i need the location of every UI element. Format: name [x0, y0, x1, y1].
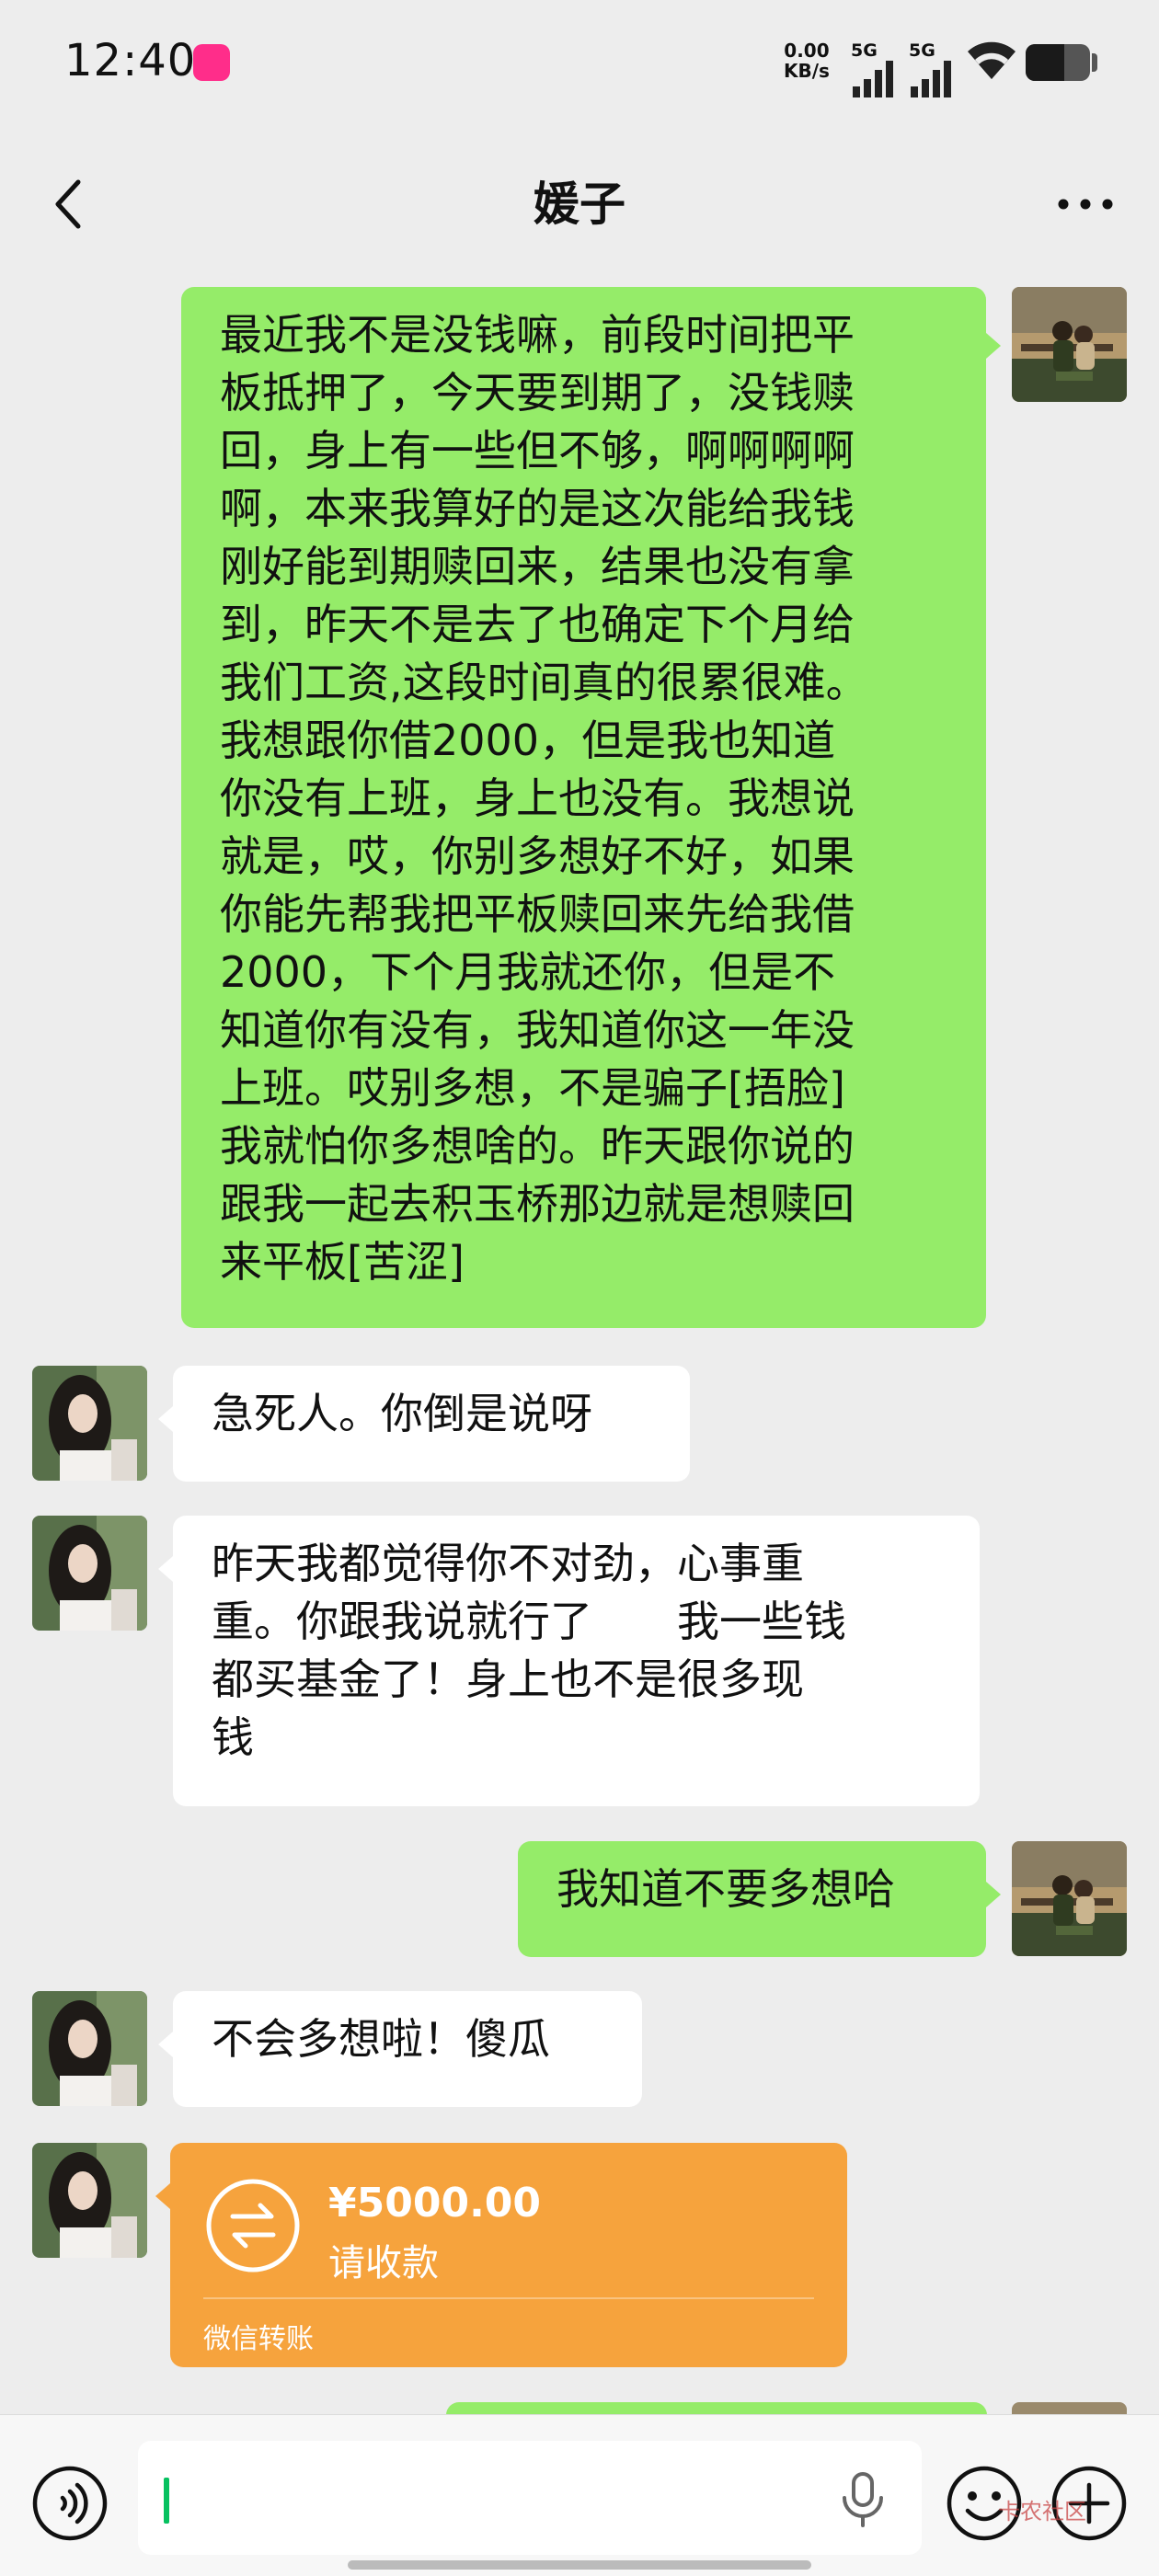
- contact-avatar[interactable]: [32, 2143, 147, 2258]
- transfer-icon: [206, 2179, 300, 2273]
- microphone-icon[interactable]: [837, 2472, 889, 2527]
- contact-name: 媛子: [534, 177, 625, 231]
- my-avatar[interactable]: [1012, 1841, 1127, 1956]
- message-bubble-mine[interactable]: 我知道不要多想哈: [518, 1841, 1001, 1957]
- battery-level: [1026, 44, 1064, 81]
- message-bubble-contact[interactable]: 急死人。你倒是说呀: [158, 1366, 690, 1482]
- message-text: 急死人。你倒是说呀: [212, 1389, 592, 1438]
- transfer-amount: ¥5000.00: [328, 2180, 542, 2227]
- transfer-status: 请收款: [328, 2242, 439, 2284]
- chat-header: 媛子: [0, 124, 1159, 285]
- voice-icon[interactable]: [31, 2465, 109, 2542]
- clock: 12:40: [64, 35, 197, 86]
- more-dots-icon: [1058, 199, 1113, 210]
- message-bubble-mine[interactable]: 最近我不是没钱嘛，前段时间把平 板抵押了，今天要到期了，没钱赎 回，身上有一些但…: [181, 287, 1001, 1328]
- message-bubble-contact[interactable]: 昨天我都觉得你不对劲，心事重 重。你跟我说就行了 我一些钱 都买基金了！身上也不…: [158, 1516, 980, 1806]
- transfer-source: 微信转账: [203, 2323, 314, 2355]
- contact-avatar[interactable]: [32, 1366, 147, 1481]
- message-bubble-contact[interactable]: 不会多想啦！傻瓜: [158, 1991, 642, 2107]
- app-notification-icon: [193, 44, 230, 81]
- watermark: 卡农社区: [998, 2499, 1086, 2524]
- sim1-label: 5G: [851, 40, 878, 61]
- wifi-icon: [968, 41, 1016, 79]
- network-speed-unit: KB/s: [784, 60, 830, 82]
- sim2-label: 5G: [909, 40, 935, 61]
- divider: [203, 2297, 814, 2299]
- network-speed-value: 0.00: [784, 40, 830, 62]
- battery-tip: [1092, 53, 1097, 72]
- contact-avatar[interactable]: [32, 1516, 147, 1631]
- my-avatar[interactable]: [1012, 287, 1127, 402]
- home-indicator[interactable]: [348, 2560, 811, 2570]
- more-button[interactable]: [1049, 172, 1122, 236]
- message-input[interactable]: [138, 2441, 922, 2555]
- message-text: 昨天我都觉得你不对劲，心事重 重。你跟我说就行了 我一些钱 都买基金了！身上也不…: [212, 1539, 846, 1762]
- message-text: 我知道不要多想哈: [557, 1864, 895, 1914]
- message-text: 最近我不是没钱嘛，前段时间把平 板抵押了，今天要到期了，没钱赎 回，身上有一些但…: [220, 310, 868, 1287]
- contact-avatar[interactable]: [32, 1991, 147, 2106]
- network-speed: 0.00 KB/s: [784, 40, 830, 81]
- text-cursor: [164, 2478, 169, 2524]
- battery-icon: [1026, 44, 1090, 81]
- status-bar: 12:40 0.00 KB/s 5G 5G: [0, 0, 1159, 124]
- transfer-card[interactable]: ¥5000.00 请收款 微信转账: [155, 2143, 847, 2367]
- message-text: 不会多想啦！傻瓜: [212, 2014, 550, 2064]
- input-bar: 卡农社区: [0, 2414, 1159, 2576]
